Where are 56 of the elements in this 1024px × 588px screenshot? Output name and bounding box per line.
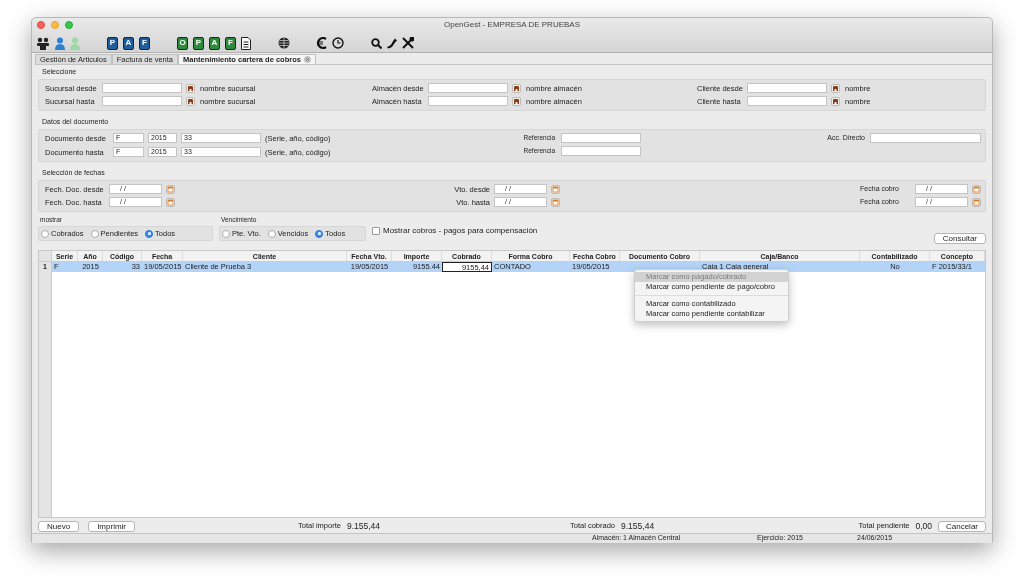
cancel-button[interactable]: Cancelar [938, 520, 986, 532]
calendar-icon[interactable] [972, 184, 981, 194]
minimize-button[interactable] [51, 20, 59, 29]
person-icon[interactable] [55, 36, 65, 50]
clock-icon[interactable] [332, 37, 344, 49]
input-field[interactable] [102, 83, 182, 94]
document-letter-icon[interactable]: P [193, 36, 204, 50]
document-letter-icon[interactable]: A [209, 36, 220, 50]
input-field[interactable] [561, 132, 641, 143]
total-value: 9.155,44 [346, 519, 381, 533]
document-letter-icon[interactable]: F [225, 36, 236, 50]
input-field[interactable] [870, 132, 981, 143]
radio-button[interactable] [90, 229, 99, 238]
close-icon[interactable] [303, 56, 311, 63]
footer-button[interactable]: Nuevo [38, 520, 80, 532]
total-value: 0,00 [915, 519, 932, 533]
binoculars-icon[interactable] [512, 96, 521, 106]
window-title: OpenGest - EMPRESA DE PRUEBAS [443, 20, 580, 29]
radio-button[interactable] [222, 229, 230, 238]
binoculars-icon[interactable] [512, 83, 521, 93]
document-letter-icon[interactable]: A [123, 36, 134, 50]
search-icon[interactable] [371, 37, 382, 49]
calendar-icon[interactable] [972, 197, 981, 207]
tools-icon[interactable] [402, 37, 414, 49]
binoculars-icon[interactable] [831, 83, 840, 93]
zoom-button[interactable] [65, 20, 73, 29]
document-letter-icon[interactable]: P [107, 36, 118, 50]
checkbox-label: Mostrar cobros - pagos para compensación [383, 225, 538, 237]
input-field[interactable] [747, 83, 827, 94]
input-field[interactable] [102, 96, 182, 107]
binoculars-icon[interactable] [186, 96, 195, 106]
close-button[interactable] [37, 20, 45, 29]
people-icon[interactable] [36, 36, 50, 50]
radio-button[interactable] [145, 229, 154, 238]
globe-icon[interactable] [278, 37, 290, 49]
radio-button[interactable] [315, 229, 324, 238]
document-icon[interactable] [241, 36, 251, 50]
binoculars-icon[interactable] [186, 83, 195, 93]
document-letter-icon[interactable]: O [177, 36, 188, 50]
input-field[interactable] [428, 96, 508, 107]
input-field[interactable] [561, 145, 641, 156]
checkbox[interactable] [372, 227, 380, 235]
radio-button[interactable] [41, 229, 49, 238]
consult-button[interactable]: Consultar [933, 233, 986, 244]
calendar-icon[interactable] [551, 184, 560, 194]
total-value: 9.155,44 [621, 519, 655, 533]
calendar-icon[interactable] [551, 197, 560, 207]
input-field[interactable] [428, 83, 508, 94]
calendar-icon[interactable] [166, 197, 175, 207]
euro-icon[interactable] [317, 37, 327, 49]
document-letter-icon[interactable]: F [139, 36, 150, 50]
input-field[interactable] [747, 96, 827, 107]
calendar-icon[interactable] [166, 184, 175, 194]
binoculars-icon[interactable] [831, 96, 840, 106]
radio-button[interactable] [267, 229, 276, 238]
footer-button[interactable]: Imprimir [88, 520, 135, 532]
